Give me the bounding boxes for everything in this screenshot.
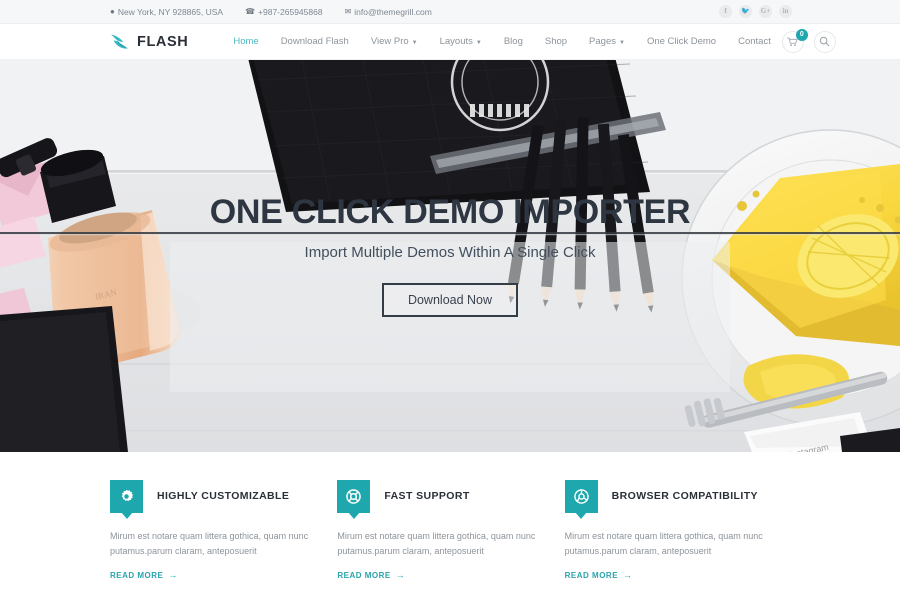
nav-item-blog[interactable]: Blog [493, 36, 534, 47]
feature-title: BROWSER COMPATIBILITY [611, 490, 758, 502]
chevron-down-icon: ▼ [475, 39, 482, 46]
twitter-icon[interactable]: 🐦 [739, 5, 752, 18]
mail-icon: ✉ [344, 6, 352, 16]
google-plus-icon[interactable]: G+ [759, 5, 772, 18]
header-actions: 0 [781, 28, 836, 53]
topbar-contact-group: ● New York, NY 928865, USA ☎ +987-265945… [110, 7, 432, 17]
gear-icon [121, 489, 134, 502]
arrow-right-icon: → [168, 569, 178, 580]
feature-title: FAST SUPPORT [384, 490, 470, 502]
feature-icon-badge [337, 480, 371, 513]
feature-icon-badge [564, 480, 598, 513]
read-more-label: READ MORE [337, 570, 391, 580]
lifebuoy-icon [346, 489, 362, 504]
read-more-label: READ MORE [110, 570, 164, 580]
chevron-down-icon: ▼ [618, 39, 625, 46]
feature-card-fast-support: FAST SUPPORT Mirum est notare quam litte… [337, 480, 564, 583]
nav-label: Home [233, 36, 259, 47]
phone-icon: ☎ [245, 6, 256, 16]
feature-title: HIGHLY CUSTOMIZABLE [157, 490, 290, 502]
swallow-bird-icon [111, 34, 129, 49]
feature-icon-badge [110, 480, 143, 513]
cart-count-badge: 0 [795, 28, 808, 41]
facebook-icon[interactable]: f [719, 5, 732, 18]
location-pin-icon: ● [110, 6, 115, 16]
cart-button[interactable]: 0 [781, 28, 808, 53]
feature-header: FAST SUPPORT [337, 480, 564, 513]
nav-item-pages[interactable]: Pages ▼ [578, 36, 636, 47]
feature-description: Mirum est notare quam littera gothica, q… [564, 531, 763, 556]
brand-logo[interactable]: FLASH [110, 33, 188, 51]
feature-read-more-link[interactable]: READ MORE → [337, 569, 406, 580]
nav-label: Shop [544, 36, 568, 47]
topbar-phone[interactable]: ☎ +987-265945868 [245, 7, 323, 17]
hero-subtitle: Import Multiple Demos Within A Single Cl… [304, 244, 596, 262]
topbar-address-text: New York, NY 928865, USA [117, 6, 224, 17]
search-button[interactable] [813, 30, 836, 53]
brand-name: FLASH [137, 33, 189, 50]
nav-label: Download Flash [280, 36, 349, 47]
download-now-button[interactable]: Download Now [381, 283, 519, 318]
feature-header: HIGHLY CUSTOMIZABLE [110, 480, 337, 513]
nav-item-view-pro[interactable]: View Pro ▼ [360, 36, 429, 47]
nav-item-one-click-demo[interactable]: One Click Demo [636, 36, 727, 47]
nav-item-layouts[interactable]: Layouts ▼ [429, 36, 493, 47]
feature-card-highly-customizable: HIGHLY CUSTOMIZABLE Mirum est notare qua… [110, 480, 337, 583]
read-more-label: READ MORE [564, 570, 619, 580]
top-bar: ● New York, NY 928865, USA ☎ +987-265945… [0, 0, 900, 24]
main-navigation: Home Download Flash View Pro ▼ Layouts ▼ B… [222, 36, 782, 47]
nav-item-contact[interactable]: Contact [727, 36, 782, 47]
features-section: HIGHLY CUSTOMIZABLE Mirum est notare qua… [0, 452, 900, 583]
feature-card-browser-compatibility: BROWSER COMPATIBILITY Mirum est notare q… [564, 480, 792, 583]
topbar-phone-text: +987-265945868 [258, 6, 323, 17]
nav-label: View Pro [370, 36, 409, 47]
nav-item-home[interactable]: Home [222, 36, 269, 47]
hero-banner: IRAN Instagram ONE CLICK DEMO IMPORTER I… [0, 60, 900, 452]
site-header: FLASH Home Download Flash View Pro ▼ Layo… [0, 24, 900, 60]
linkedin-icon[interactable]: in [779, 5, 792, 18]
chrome-icon [573, 489, 589, 504]
nav-label: One Click Demo [646, 36, 717, 47]
topbar-address: ● New York, NY 928865, USA [110, 7, 223, 17]
feature-description: Mirum est notare quam littera gothica, q… [337, 531, 536, 556]
feature-read-more-link[interactable]: READ MORE → [564, 569, 633, 580]
arrow-right-icon: → [395, 569, 406, 580]
feature-header: BROWSER COMPATIBILITY [564, 480, 792, 513]
nav-item-download-flash[interactable]: Download Flash [270, 36, 360, 47]
nav-label: Blog [503, 36, 523, 47]
feature-description: Mirum est notare quam littera gothica, q… [110, 531, 309, 556]
feature-read-more-link[interactable]: READ MORE → [110, 569, 178, 580]
nav-label: Layouts [439, 36, 473, 47]
chevron-down-icon: ▼ [411, 39, 418, 46]
hero-title: ONE CLICK DEMO IMPORTER [209, 192, 691, 231]
topbar-email-text: info@themegrill.com [354, 6, 432, 17]
hero-content: ONE CLICK DEMO IMPORTER Import Multiple … [0, 60, 900, 452]
arrow-right-icon: → [623, 569, 633, 580]
topbar-email[interactable]: ✉ info@themegrill.com [345, 7, 432, 17]
nav-label: Pages [589, 36, 616, 47]
nav-label: Contact [738, 36, 771, 47]
search-icon [820, 36, 830, 47]
nav-item-shop[interactable]: Shop [534, 36, 578, 47]
social-links: f 🐦 G+ in [719, 5, 792, 18]
